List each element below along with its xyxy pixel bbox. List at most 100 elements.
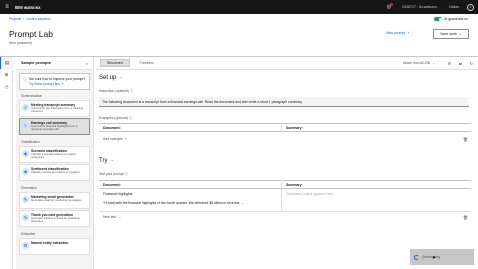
page-subtitle: New (unsaved)	[9, 41, 32, 45]
generated-output: Generated output appears here	[286, 192, 334, 196]
setup-heading: Set up	[99, 75, 117, 81]
add-example-button[interactable]: Add example +	[103, 137, 127, 141]
chevron-up-icon: ⌃	[110, 158, 114, 164]
item-desc: Generate email for marketing campaigns.	[31, 198, 83, 202]
sample-prompt-item[interactable]: ✎ Thank you note generation Generate than…	[19, 210, 90, 227]
category-label: Summarization	[21, 94, 43, 98]
sample-prompts-panel: Sample prompts × ⓘ Not sure how to impro…	[16, 57, 94, 269]
prompt-tips-card: ⓘ Not sure how to improve your prompt? T…	[19, 73, 90, 90]
save-work-button[interactable]: Save work ⌄	[433, 29, 469, 39]
breadcrumb-sandbox[interactable]: Louis's sandbox	[26, 17, 50, 21]
saved-prompts-icon[interactable]: ⊞	[0, 69, 13, 81]
close-icon[interactable]: ×	[86, 61, 88, 66]
info-icon: ⓘ	[129, 89, 134, 93]
account-selector[interactable]: 2436727 - ibi-watsonx	[396, 5, 443, 9]
try-section-header[interactable]: Try ⌃	[99, 158, 114, 164]
try-heading: Try	[99, 158, 108, 164]
guardrails-label: AI guardrails on	[444, 17, 468, 21]
instruction-input[interactable]: The following document is a transcript f…	[99, 97, 469, 107]
column-header-document: Document:	[99, 181, 282, 188]
guardrails-toggle[interactable]: AI guardrails on	[434, 17, 468, 21]
chevron-down-icon: ⌄	[118, 215, 122, 219]
sample-prompt-item[interactable]: ⊡ Named entity extraction	[19, 238, 90, 255]
examples-table-header: Document: Summary:	[99, 123, 471, 132]
item-desc: Summarize financial highlights from a qu…	[31, 124, 78, 132]
sample-prompt-item[interactable]: ✎ Marketing email generation Generate ema…	[19, 192, 90, 209]
summary-icon: ≡	[22, 122, 29, 129]
sample-prompts-icon[interactable]: ▤	[0, 57, 13, 69]
sample-prompt-item[interactable]: ◈ Scenario classification Classify a scen…	[19, 146, 90, 163]
tip-title: Not sure how to improve your prompt?	[29, 77, 86, 81]
item-title: Named entity extraction	[31, 241, 69, 245]
mouse-pointer-icon: ➤	[432, 255, 437, 261]
sample-prompt-item-selected[interactable]: ≡ Earnings call summary Summarize financi…	[19, 118, 90, 135]
toggle-switch-icon[interactable]	[434, 17, 443, 21]
category-label: Extraction	[21, 232, 36, 236]
generation-icon: ✎	[22, 214, 29, 221]
summary-icon: ≡	[22, 104, 29, 111]
delete-test-icon[interactable]: 🗑	[463, 215, 468, 220]
loading-spinner-icon	[414, 254, 419, 260]
setup-section-header[interactable]: Set up ⌃	[99, 75, 123, 81]
notification-badge	[389, 3, 393, 6]
panel-header: Sample prompts ×	[16, 57, 93, 70]
model-parameters-icon[interactable]: ⚙	[445, 59, 454, 68]
prompt-editor: Structured Freeform Model: flan-ul2-20b …	[96, 57, 478, 269]
sample-prompt-item[interactable]: ≡ Meeting transcript summary Summarize th…	[19, 100, 90, 117]
classification-icon: ◈	[22, 168, 29, 175]
panel-title: Sample prompts	[21, 61, 51, 65]
hamburger-menu-icon[interactable]: ≡	[0, 0, 14, 14]
model-selector[interactable]: Model: flan-ul2-20b ⌄	[403, 61, 435, 65]
instruction-label: Instruction (optional) ⓘ	[99, 88, 134, 94]
extraction-icon: ⊡	[22, 242, 29, 249]
tab-structured[interactable]: Structured	[100, 59, 130, 67]
item-desc: Classify reviews as positive or negative…	[31, 170, 81, 174]
category-label: Classification	[21, 140, 40, 144]
view-code-icon[interactable]: ⇄	[456, 59, 465, 68]
new-prompt-label: New prompt	[386, 31, 406, 35]
info-icon: ⓘ	[124, 172, 128, 176]
category-label: Generation	[21, 186, 37, 190]
examples-table: Document: Summary:	[99, 123, 471, 132]
add-icon: +	[124, 137, 127, 141]
table-row: Financial Highlights “I’ll start with th…	[99, 189, 471, 212]
classification-icon: ◈	[22, 150, 29, 157]
generation-icon: ✎	[22, 196, 29, 203]
chevron-down-icon: ⌄	[458, 32, 462, 36]
history-icon[interactable]: ◷	[0, 81, 13, 93]
model-label: Model: flan-ul2-20b	[403, 61, 431, 65]
test-table: Document: Summary: Financial Highlights …	[99, 180, 471, 212]
region-selector[interactable]: Dallas	[443, 5, 465, 9]
delete-example-icon[interactable]: 🗑	[463, 137, 468, 142]
save-work-label: Save work	[440, 32, 457, 36]
left-icon-rail: ▤ ⊞ ◷	[0, 57, 13, 269]
prompt-tips-link[interactable]: Try these prompt tips ↗	[29, 82, 85, 86]
document-text: “I’ll start with the financial highlight…	[103, 201, 245, 205]
column-header-document: Document:	[99, 124, 282, 131]
top-nav-bar: ≡ IBM watsonx ◎ 2436727 - ibi-watsonx Da…	[0, 0, 478, 14]
breadcrumb-separator: /	[23, 17, 25, 21]
chevron-up-icon: ⌃	[119, 75, 123, 81]
notification-icon[interactable]: ◎	[382, 0, 396, 14]
top-nav-right: ◎ 2436727 - ibi-watsonx Dallas J	[382, 0, 478, 14]
new-prompt-button[interactable]: New prompt +	[386, 31, 409, 35]
brand-name[interactable]: IBM watsonx	[15, 5, 41, 10]
item-desc: Classify a scenario based on project cat…	[31, 152, 76, 160]
document-input[interactable]: Financial Highlights “I’ll start with th…	[99, 189, 282, 211]
document-title: Financial Highlights	[103, 192, 133, 196]
add-icon: +	[407, 31, 410, 35]
test-prompt-label: Test your prompt ⓘ	[99, 171, 128, 177]
info-icon: ⓘ	[23, 77, 27, 82]
tab-freeform[interactable]: Freeform	[134, 59, 160, 67]
item-desc: Generate thank you notes for workshop at…	[31, 216, 80, 224]
reset-icon[interactable]: ↻	[467, 59, 476, 68]
breadcrumb-projects[interactable]: Projects	[9, 17, 21, 21]
chevron-down-icon: ⌄	[432, 61, 435, 65]
generating-label: Generating	[422, 255, 440, 259]
avatar[interactable]: J	[467, 3, 474, 11]
examples-label: Examples (optional) ⓘ	[99, 115, 133, 121]
column-header-summary: Summary:	[286, 182, 303, 187]
generate-button[interactable]: Generating	[410, 249, 474, 265]
new-test-button[interactable]: New test ⌄	[103, 215, 121, 219]
sample-prompt-item[interactable]: ◈ Sentiment classification Classify revie…	[19, 164, 90, 181]
